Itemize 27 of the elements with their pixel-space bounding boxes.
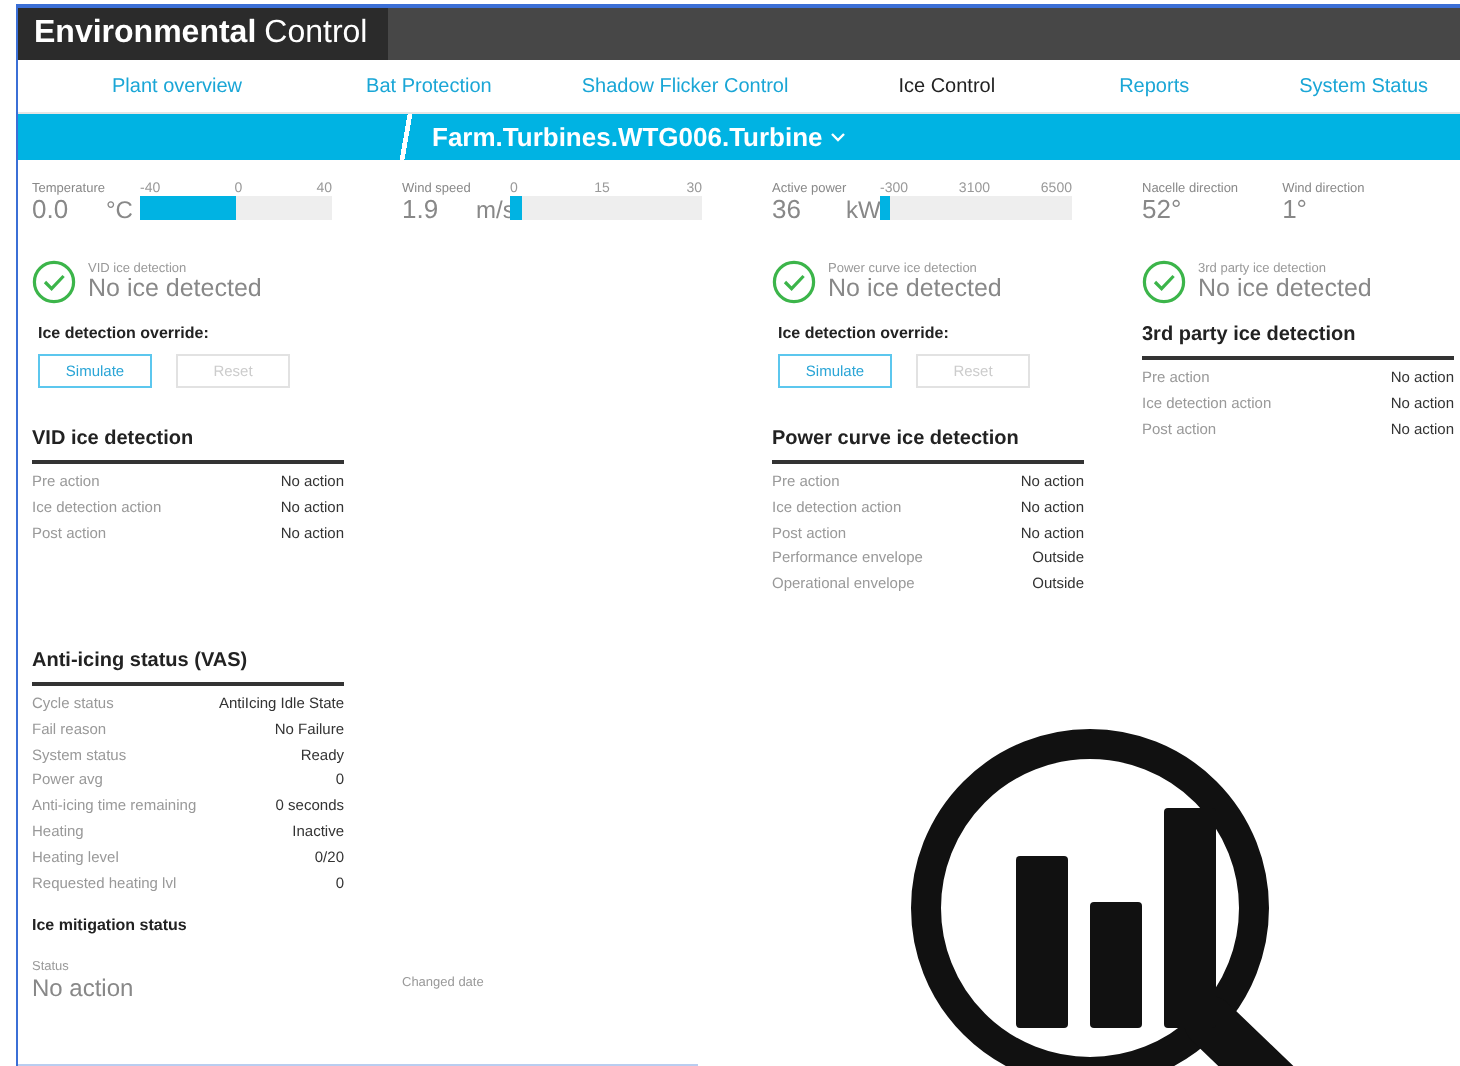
override-label: Ice detection override: xyxy=(778,324,951,342)
detection-status: No ice detected xyxy=(1198,276,1372,302)
override-label: Ice detection override: xyxy=(38,324,211,342)
breadcrumb-title: Farm.Turbines.WTG006.Turbine xyxy=(432,122,823,152)
app-title: Environmental Control xyxy=(18,8,388,60)
detection-status: No ice detected xyxy=(88,276,262,302)
field-value: No action xyxy=(32,974,136,1003)
nav-tab[interactable]: System Status xyxy=(1299,75,1429,97)
section-heading: VID ice detection xyxy=(32,428,344,464)
nav-tab[interactable]: Shadow Flicker Control xyxy=(581,75,789,97)
chevron-down-icon[interactable] xyxy=(830,132,847,142)
section-heading: 3rd party ice detection xyxy=(1142,324,1454,360)
section-heading: Ice mitigation status xyxy=(32,916,189,935)
section-heading: Anti-icing status (VAS) xyxy=(32,649,344,686)
nav-tab[interactable]: Bat Protection xyxy=(366,75,492,97)
section-heading: Power curve ice detection xyxy=(772,428,1084,464)
sensor-value: 36 xyxy=(772,196,803,224)
unit-label: °C xyxy=(106,196,135,224)
nav-tab[interactable]: Reports xyxy=(1119,75,1190,97)
sensor-value: 0.0 xyxy=(32,196,69,224)
nav-tab[interactable]: Ice Control xyxy=(898,75,996,97)
sensor-value: 52° xyxy=(1142,196,1184,224)
sensor-value: 1° xyxy=(1282,196,1309,224)
unit-label: kW xyxy=(846,196,876,224)
sensor-value: 1.9 xyxy=(402,196,439,224)
nav-tab[interactable]: Plant overview xyxy=(112,75,243,97)
detection-status: No ice detected xyxy=(828,276,1002,302)
